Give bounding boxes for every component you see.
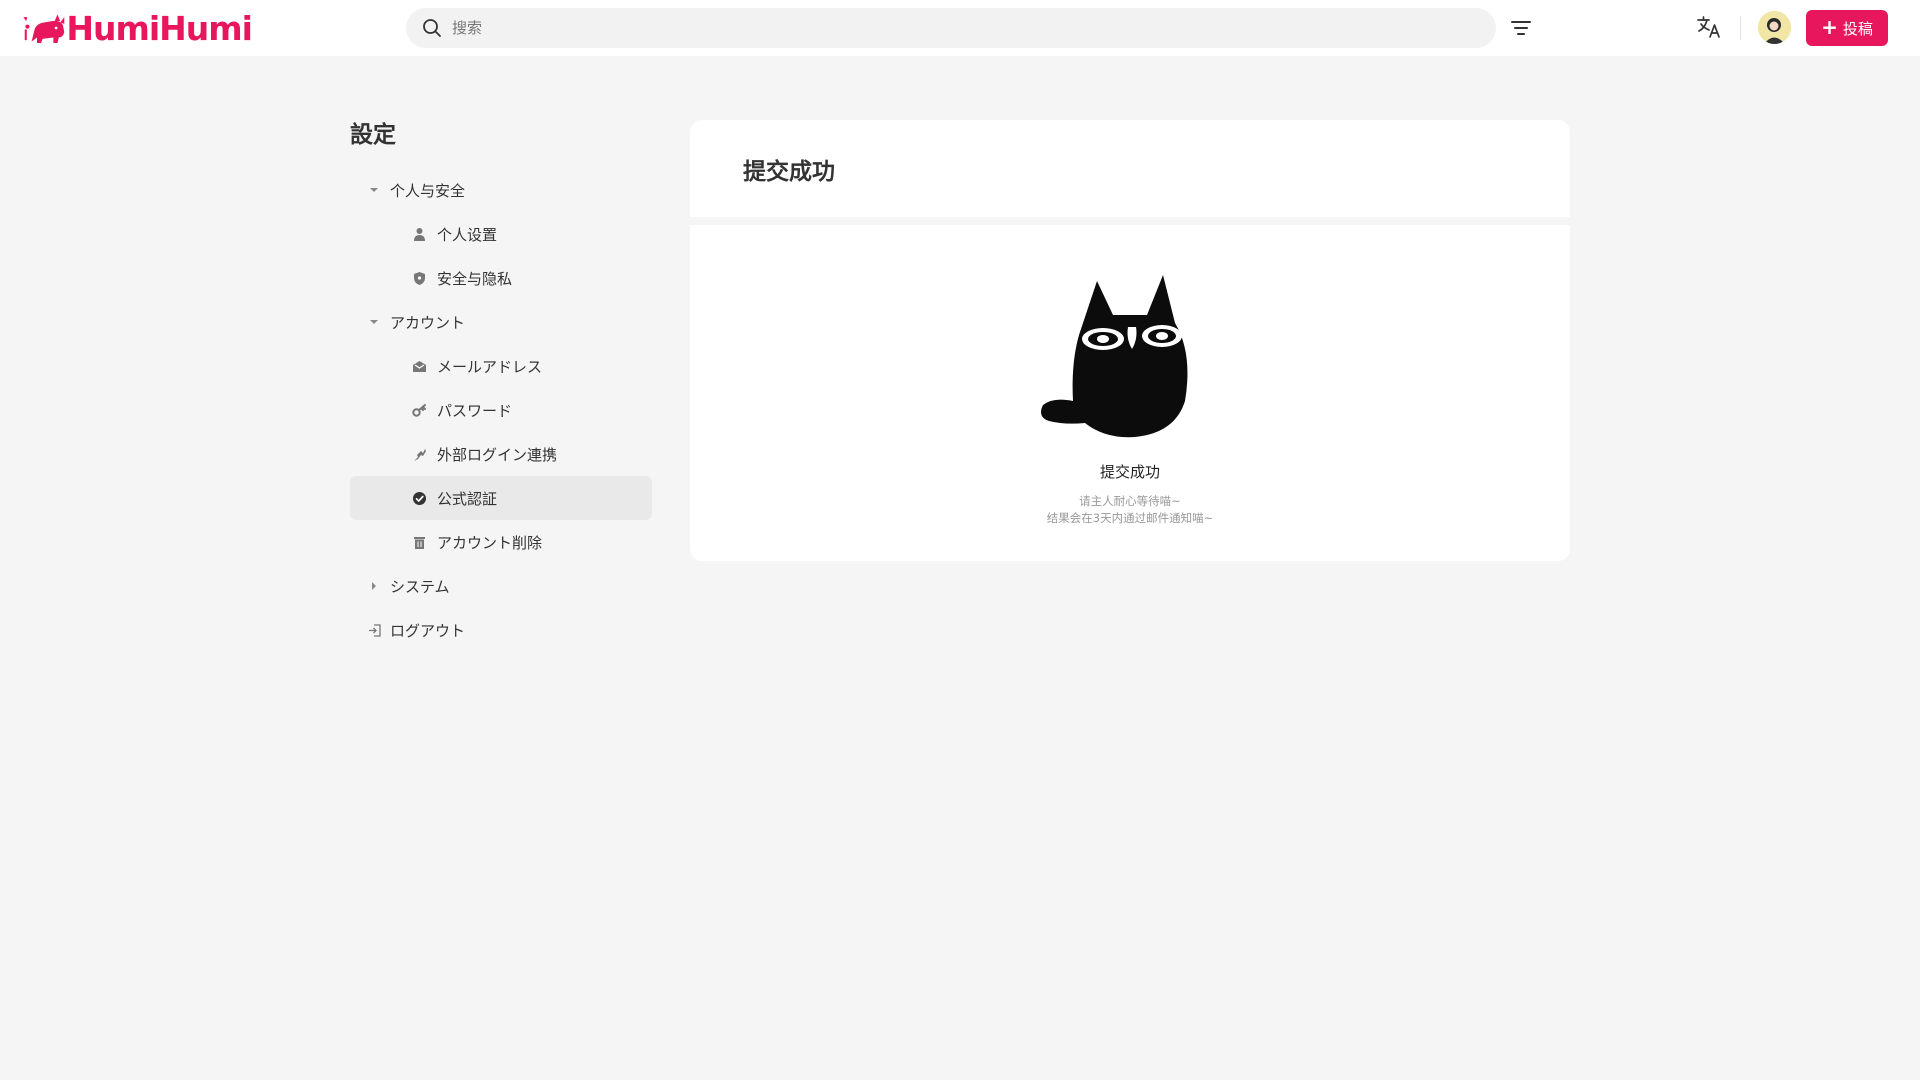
- sidebar-item-external-login[interactable]: 外部ログイン連携: [350, 432, 652, 476]
- sidebar-item-label: メールアドレス: [437, 357, 543, 376]
- key-icon: [412, 403, 426, 417]
- search-bar[interactable]: [406, 8, 1496, 48]
- chevron-down-icon: [350, 319, 390, 325]
- plus-icon: +: [1821, 15, 1838, 39]
- translate-icon[interactable]: [1696, 14, 1722, 40]
- chevron-down-icon: [350, 187, 390, 193]
- sidebar-title: 設定: [350, 122, 396, 148]
- sidebar-item-password[interactable]: パスワード: [350, 388, 652, 432]
- logout-button[interactable]: ログアウト: [350, 608, 652, 652]
- sidebar-item-email[interactable]: メールアドレス: [350, 344, 652, 388]
- menu-group-label: システム: [390, 577, 450, 596]
- card-divider: [690, 217, 1570, 225]
- menu-group-personal-security[interactable]: 个人与安全: [350, 168, 652, 212]
- shield-icon: [414, 271, 425, 285]
- sidebar-item-label: パスワード: [437, 401, 513, 420]
- chevron-right-icon: [350, 582, 390, 590]
- sidebar-item-label: 个人设置: [437, 225, 498, 244]
- sidebar-item-label: 外部ログイン連携: [437, 445, 558, 464]
- sidebar-item-security-privacy[interactable]: 安全与隐私: [350, 256, 652, 300]
- top-bar: HumiHumi + 投稿: [0, 0, 1920, 56]
- sidebar-item-label: 公式認証: [437, 489, 498, 508]
- search-icon: [423, 19, 441, 37]
- verified-icon: [413, 491, 426, 505]
- mail-icon: [413, 360, 426, 372]
- logo-text: HumiHumi: [66, 8, 253, 48]
- logo-mascot-icon: [23, 14, 65, 44]
- success-message-line-2: 结果会在3天内通过邮件通知喵~: [1046, 511, 1214, 525]
- avatar-image: [1758, 11, 1791, 44]
- person-icon: [414, 227, 425, 241]
- post-button[interactable]: + 投稿: [1806, 10, 1888, 46]
- menu-group-label: アカウント: [390, 313, 466, 332]
- sidebar-item-official-verification[interactable]: 公式認証: [350, 476, 652, 520]
- link-icon: [414, 448, 426, 461]
- trash-icon: [414, 536, 425, 549]
- sidebar-item-personal-settings[interactable]: 个人设置: [350, 212, 652, 256]
- black-cat-illustration: [1041, 275, 1188, 438]
- success-message-line-1: 请主人耐心等待喵~: [1079, 494, 1181, 508]
- sidebar-item-delete-account[interactable]: アカウント削除: [350, 520, 652, 564]
- menu-group-label: 个人与安全: [390, 181, 466, 200]
- site-logo[interactable]: HumiHumi: [22, 4, 253, 52]
- success-panel: 提交成功 请主人耐心等待喵~ 结果会在3天内通过邮件通知喵~: [690, 225, 1570, 561]
- header-divider: [1740, 16, 1741, 40]
- sidebar-item-label: 安全与隐私: [437, 269, 513, 288]
- menu-group-account[interactable]: アカウント: [350, 300, 652, 344]
- page-title: 提交成功: [743, 158, 835, 185]
- success-title: 提交成功: [1099, 463, 1160, 481]
- sidebar-item-label: アカウント削除: [437, 533, 543, 552]
- card-header: 提交成功: [690, 120, 1570, 217]
- search-input[interactable]: [452, 8, 1482, 48]
- filter-icon[interactable]: [1510, 17, 1532, 39]
- post-button-label: 投稿: [1842, 19, 1873, 38]
- menu-group-system[interactable]: システム: [350, 564, 652, 608]
- avatar[interactable]: [1758, 11, 1791, 44]
- main-content: 提交成功 提交成功 请主人耐心等待喵~ 结果会在3天内通过邮件通知喵~: [690, 120, 1570, 561]
- settings-sidebar: 設定 个人与安全 个人设置 安全与隐私 アカウント メールアドレス パスワード …: [350, 110, 652, 652]
- logout-icon: [350, 623, 390, 637]
- logout-label: ログアウト: [390, 621, 466, 640]
- settings-menu: 个人与安全 个人设置 安全与隐私 アカウント メールアドレス パスワード 外部ロ…: [350, 168, 652, 652]
